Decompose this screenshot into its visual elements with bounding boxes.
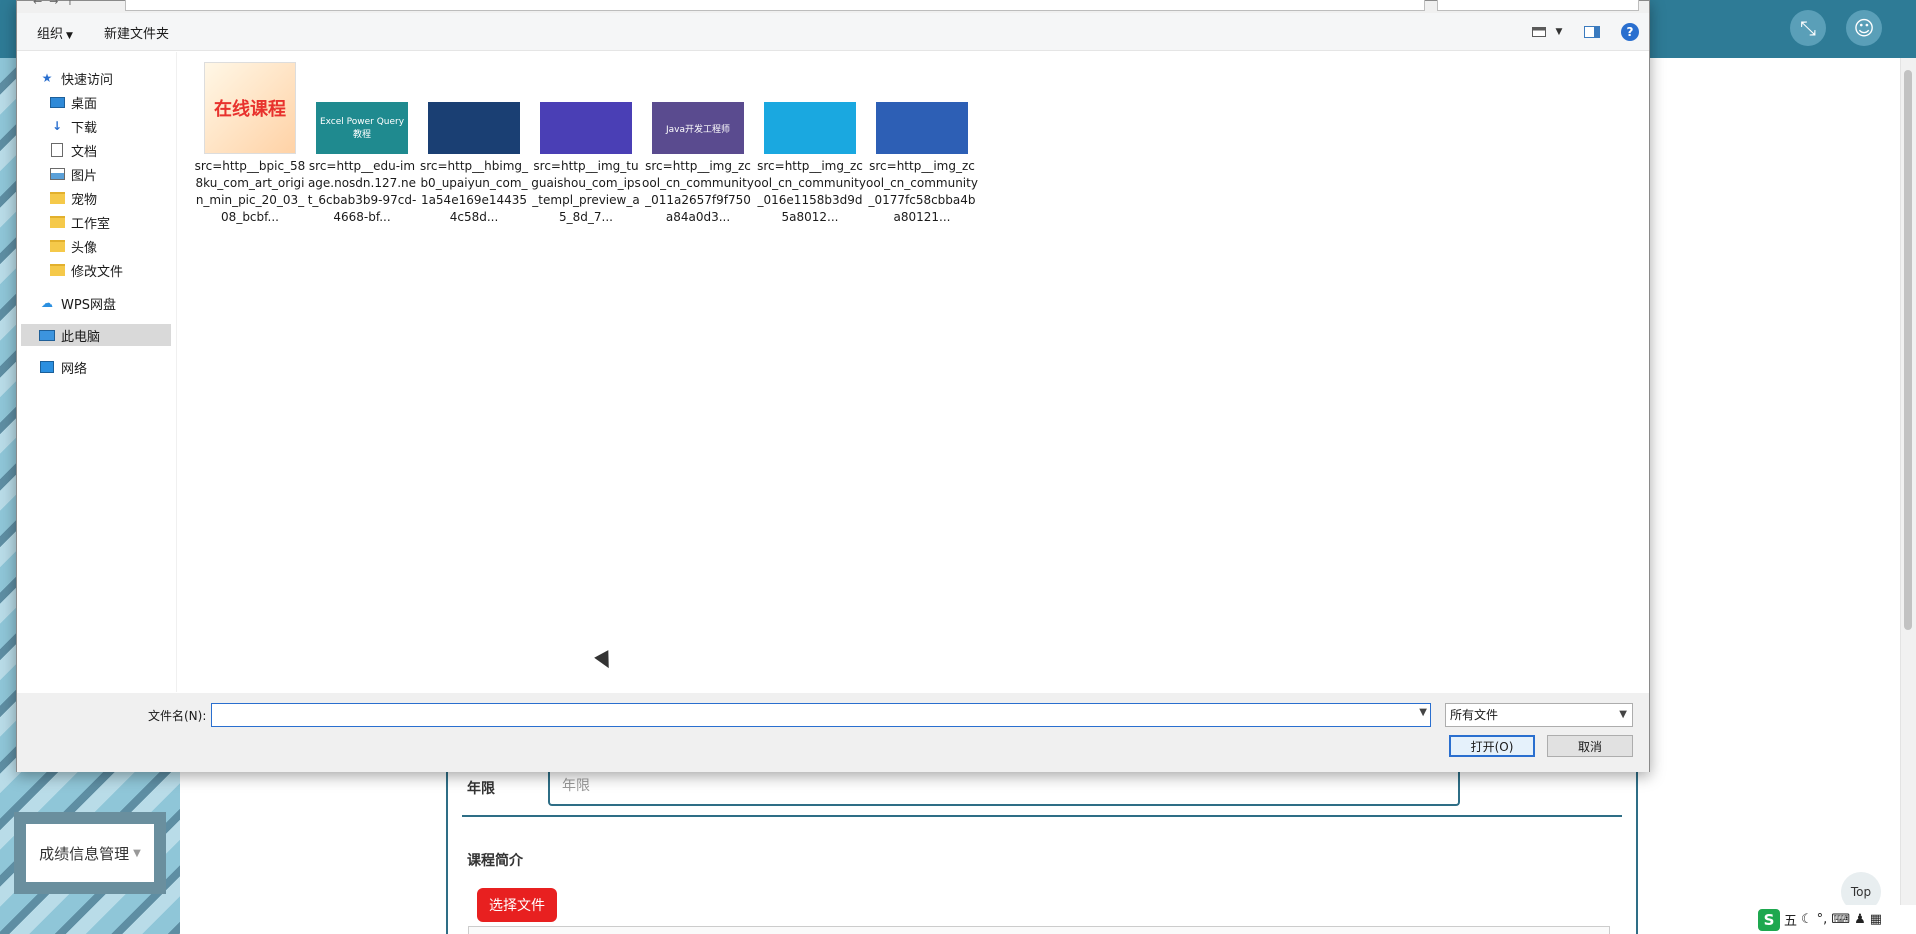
filename-combobox[interactable]: ▼ (211, 703, 1431, 727)
filetype-select[interactable]: 所有文件 ▼ (1445, 703, 1633, 727)
nav-item-label: 头像 (71, 240, 98, 256)
filename-input[interactable] (212, 704, 1408, 726)
sogou-ime-icon[interactable]: S (1758, 908, 1780, 931)
search-box[interactable] (1437, 0, 1639, 11)
sidebar-menu-grades-label: 成绩信息管理 (39, 844, 130, 863)
document-icon (49, 143, 65, 157)
cloud-icon: ☁ (41, 296, 53, 310)
view-options-chevron-icon[interactable]: ▼ (1550, 23, 1568, 41)
star-icon: ★ (41, 71, 53, 85)
fullscreen-icon[interactable]: ⤡ (1790, 10, 1826, 46)
nav-quick-access-label: 快速访问 (61, 72, 114, 88)
nav-item-label: 文档 (71, 144, 98, 160)
cancel-button[interactable]: 取消 (1547, 735, 1633, 757)
nav-item-label: 宠物 (71, 192, 98, 208)
page-scrollbar-thumb[interactable] (1904, 70, 1912, 630)
open-file-dialog: ← → ↑ 组织▼ 新建文件夹 ▼ ? ★ 快速访问 桌面 📌 ↓ 下载 📌 (16, 0, 1650, 772)
user-avatar-icon[interactable]: ☺ (1846, 10, 1882, 46)
nav-item-documents[interactable]: 文档 📌 (49, 139, 205, 161)
nav-wps-cloud-label: WPS网盘 (61, 297, 116, 313)
dialog-footer: 文件名(N): ▼ 所有文件 ▼ 打开(O) 取消 (17, 693, 1649, 772)
nav-item-label: 图片 (71, 168, 98, 184)
nav-item-desktop[interactable]: 桌面 📌 (49, 91, 205, 113)
dialog-toolbar: 组织 ▼ 新建文件夹 ▼ ? (17, 13, 1649, 51)
nav-network-label: 网络 (61, 361, 88, 377)
nav-item-label: 下载 (71, 120, 98, 136)
file-list: 在线课程 src=http__bpic_588ku_com_art_origin… (179, 52, 1649, 692)
nav-quick-access[interactable]: ★ 快速访问 (39, 67, 113, 89)
file-thumbnail (540, 102, 632, 154)
sidebar-menu-grades[interactable]: 成绩信息管理 ▼ (14, 812, 166, 894)
address-row: ← → ↑ (17, 0, 1649, 13)
folder-icon (49, 215, 65, 229)
filetype-value: 所有文件 (1450, 708, 1499, 722)
editor-toolbar (468, 926, 1610, 934)
folder-icon (49, 263, 65, 277)
year-label: 年限 (467, 781, 495, 797)
nav-item-modified-files[interactable]: 修改文件 (49, 259, 123, 281)
change-view-icon[interactable] (1530, 23, 1548, 41)
course-intro-label: 课程简介 (467, 853, 523, 869)
file-name: src=http__img_zcool_cn_community_0177fc5… (866, 159, 978, 224)
computer-icon (39, 328, 55, 342)
organize-button[interactable]: 组织 ▼ (37, 23, 73, 42)
form-divider (462, 815, 1622, 817)
nav-item-label: 修改文件 (71, 264, 124, 280)
nav-wps-cloud[interactable]: ☁ WPS网盘 (39, 292, 116, 314)
file-name: src=http__img_zcool_cn_community_016e115… (754, 159, 866, 224)
nav-item-avatars[interactable]: 头像 (49, 235, 97, 257)
ime-toolbar: S 五 ☾ °, ⌨ ♟ ▦ (1754, 905, 1916, 934)
choose-file-button[interactable]: 选择文件 (477, 888, 557, 922)
nav-network[interactable]: 网络 (39, 356, 87, 378)
chevron-down-icon: ▼ (133, 847, 141, 859)
folder-icon (49, 191, 65, 205)
keyboard-icon[interactable]: ⌨ (1831, 912, 1850, 927)
help-icon[interactable]: ? (1621, 23, 1639, 41)
navigation-pane: ★ 快速访问 桌面 📌 ↓ 下载 📌 文档 📌 图片 📌 宠物 (17, 52, 205, 692)
nav-item-pets[interactable]: 宠物 (49, 187, 97, 209)
nav-item-studio[interactable]: 工作室 (49, 211, 110, 233)
nav-this-pc-label: 此电脑 (61, 329, 101, 345)
user-icon[interactable]: ♟ (1854, 912, 1866, 927)
filename-label: 文件名(N): (148, 709, 207, 723)
address-bar[interactable] (125, 0, 1425, 11)
nav-item-downloads[interactable]: ↓ 下载 📌 (49, 115, 205, 137)
file-name: src=http__img_zcool_cn_community_011a265… (642, 159, 754, 224)
preview-pane-icon[interactable] (1583, 23, 1601, 41)
file-name: src=http__bpic_588ku_com_art_origin_min_… (194, 159, 306, 224)
nav-arrows-icon[interactable]: ← → ↑ (33, 0, 75, 8)
grid-icon[interactable]: ▦ (1870, 912, 1882, 927)
open-button[interactable]: 打开(O) (1449, 735, 1535, 757)
nav-item-pictures[interactable]: 图片 📌 (49, 163, 205, 185)
moon-icon[interactable]: ☾ (1801, 912, 1813, 927)
organize-label: 组织 (37, 27, 64, 42)
nav-this-pc[interactable]: 此电脑 (21, 324, 171, 346)
file-thumbnail (876, 102, 968, 154)
chevron-down-icon[interactable]: ▼ (1419, 707, 1427, 718)
file-thumbnail: Java开发工程师 (652, 102, 744, 154)
file-thumbnail: 在线课程 (204, 62, 296, 154)
folder-icon (49, 239, 65, 253)
file-thumbnail: Excel Power Query 教程 (316, 102, 408, 154)
ime-mode[interactable]: 五 (1784, 910, 1797, 929)
file-name: src=http__edu-image.nosdn.127.net_6cbab3… (307, 159, 417, 224)
file-name: src=http__img_tuguaishou_com_ips_templ_p… (531, 159, 641, 224)
chevron-down-icon: ▼ (66, 31, 73, 41)
file-thumbnail (428, 102, 520, 154)
new-folder-button[interactable]: 新建文件夹 (104, 23, 169, 42)
chevron-down-icon: ▼ (1619, 709, 1627, 720)
year-input[interactable]: 年限 (548, 768, 1460, 806)
network-icon (39, 360, 55, 374)
picture-icon (49, 167, 65, 181)
punctuation-icon[interactable]: °, (1817, 912, 1828, 927)
nav-item-label: 桌面 (71, 96, 98, 112)
desktop-icon (49, 95, 65, 109)
nav-item-label: 工作室 (71, 216, 111, 232)
download-icon: ↓ (51, 119, 63, 133)
file-thumbnail (764, 102, 856, 154)
file-name: src=http__hbimg_b0_upaiyun_com_1a54e169e… (419, 159, 529, 224)
